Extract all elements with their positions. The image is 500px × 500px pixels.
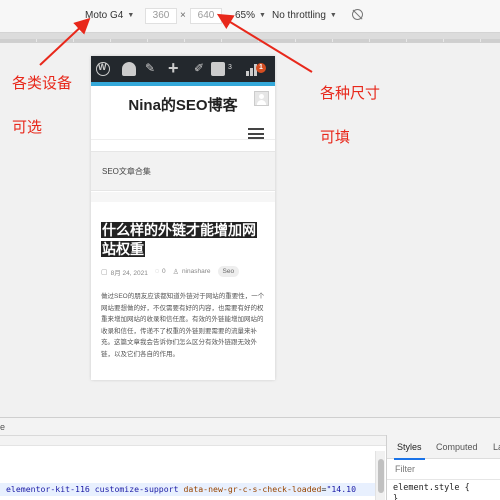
annotation-device: 各类设备 [12,75,73,92]
styles-filter-input[interactable]: Filter [395,464,415,474]
elements-scrollbar[interactable] [375,451,385,500]
arrow-to-device-select [39,17,91,66]
element-style-rule[interactable]: element.style { [393,483,470,493]
styles-tabs: Styles Computed La [387,435,500,460]
arrow-to-dimensions [216,13,313,73]
styles-pane: Styles Computed La Filter element.style … [386,435,500,500]
annotation-size-note: 可填 [320,129,351,146]
annotation-size: 各种尺寸 [320,85,381,102]
selected-dom-node[interactable]: elementor-kit-116 customize-support data… [0,483,380,496]
elements-panel: elementor-kit-116 customize-support data… [0,435,386,500]
devtools-tab-label[interactable]: e [0,422,5,432]
elements-toolbar [0,436,386,446]
tab-styles[interactable]: Styles [394,442,424,460]
devtools-drawer-bar: e [0,417,500,435]
annotation-device-note: 可选 [12,119,43,136]
attr-name: data-new-gr-c-s-check-loaded [183,484,322,494]
element-style-close: } [393,494,399,500]
filter-divider [387,479,500,480]
tab-layout[interactable]: La [493,442,500,452]
attr-value: "14.10 [326,484,357,494]
tab-computed[interactable]: Computed [436,442,478,452]
class-value: elementor-kit-116 customize-support [6,484,179,494]
